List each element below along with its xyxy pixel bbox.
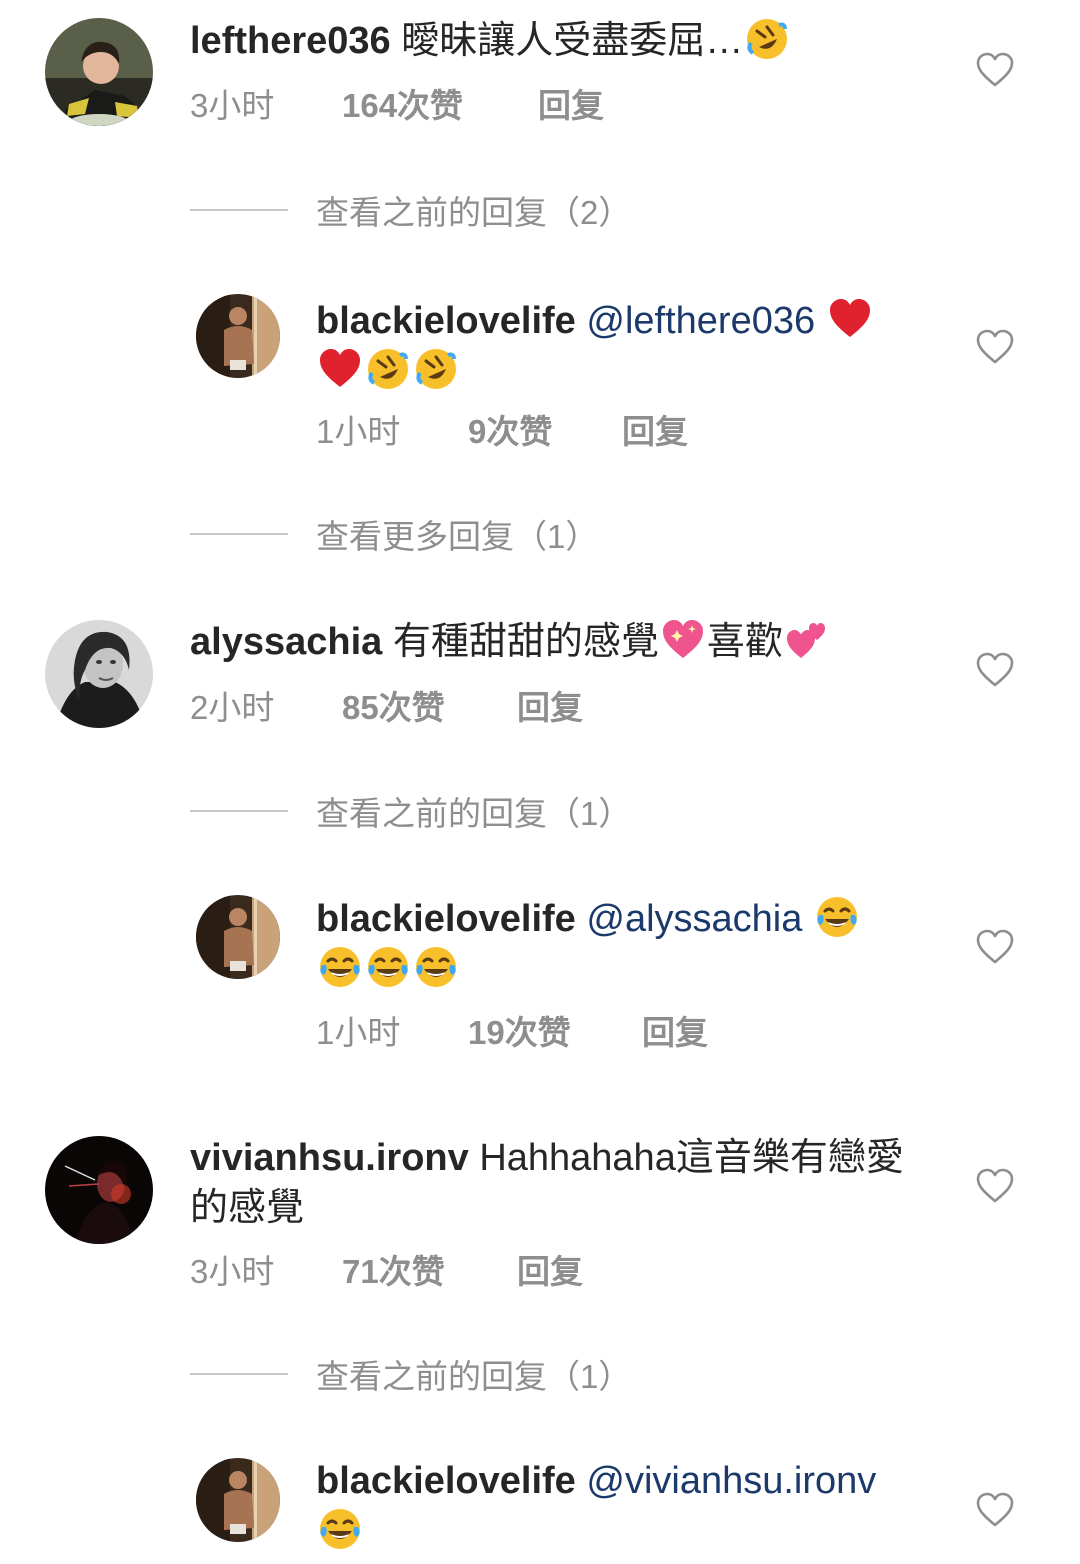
view-previous-replies-label: 查看之前的回复（1）	[316, 1358, 632, 1395]
like-heart-icon[interactable]	[976, 1168, 1014, 1204]
rofl-emoji	[745, 17, 789, 61]
comment-username[interactable]: alyssachia	[190, 621, 382, 663]
like-heart-icon[interactable]	[976, 1492, 1014, 1528]
comment-text: alyssachia 有種甜甜的感覺 喜歡	[190, 617, 910, 667]
avatar[interactable]	[45, 18, 153, 126]
tears-of-joy-emoji	[318, 945, 362, 989]
view-previous-replies-button[interactable]: 查看之前的回复（1）	[190, 1352, 631, 1396]
view-more-replies-label: 查看更多回复（1）	[316, 518, 599, 555]
comment-item: lefthere036 曖昧讓人受盡委屈… 3小时 164次赞 回复 查看之前的回复…	[0, 0, 1080, 1564]
view-previous-replies-button[interactable]: 查看之前的回复（1）	[190, 789, 631, 833]
divider-line	[190, 209, 288, 211]
comment-time: 3小时	[190, 1253, 275, 1290]
avatar[interactable]	[45, 1136, 153, 1244]
mention-link[interactable]: @alyssachia	[586, 898, 802, 940]
reply-button[interactable]: 回复	[622, 412, 688, 452]
comment-body-continued: 喜歡	[706, 621, 783, 663]
divider-line	[190, 533, 288, 535]
comment-text: lefthere036 曖昧讓人受盡委屈…	[190, 16, 910, 66]
comment-likes[interactable]: 85次赞	[342, 688, 517, 728]
avatar[interactable]	[196, 1458, 280, 1542]
red-heart-emoji	[318, 347, 362, 391]
view-more-replies-button[interactable]: 查看更多回复（1）	[190, 512, 598, 556]
reply-meta: 1小时 9次赞 回复	[316, 412, 688, 452]
reply-likes[interactable]: 19次赞	[468, 1013, 642, 1053]
reply-button[interactable]: 回复	[517, 688, 583, 728]
like-heart-icon[interactable]	[976, 652, 1014, 688]
tears-of-joy-emoji	[366, 945, 410, 989]
comment-text: vivianhsu.ironv Hahhahaha這音樂有戀愛的感覺	[190, 1133, 910, 1233]
comment-time: 2小时	[190, 689, 275, 726]
divider-line	[190, 1373, 288, 1375]
comment-meta: 3小时 164次赞 回复	[190, 86, 604, 126]
reply-username[interactable]: blackielovelife	[316, 300, 576, 342]
like-heart-icon[interactable]	[976, 329, 1014, 365]
comment-body: 有種甜甜的感覺	[392, 621, 659, 663]
comment-username[interactable]: lefthere036	[190, 20, 391, 62]
reply-likes[interactable]: 9次赞	[468, 412, 622, 452]
comment-likes[interactable]: 71次赞	[342, 1252, 517, 1292]
reply-username[interactable]: blackielovelife	[316, 898, 576, 940]
mention-link[interactable]: @lefthere036	[586, 300, 815, 342]
divider-line	[190, 810, 288, 812]
view-previous-replies-label: 查看之前的回复（1）	[316, 795, 632, 832]
two-hearts-emoji	[785, 618, 829, 662]
reply-username[interactable]: blackielovelife	[316, 1460, 576, 1502]
comment-likes[interactable]: 164次赞	[342, 86, 538, 126]
reply-button[interactable]: 回复	[538, 86, 604, 126]
mention-link[interactable]: @vivianhsu.ironv	[586, 1460, 876, 1502]
red-heart-emoji	[828, 297, 872, 341]
comment-time: 3小时	[190, 87, 275, 124]
avatar[interactable]	[196, 895, 280, 979]
tears-of-joy-emoji	[414, 945, 458, 989]
reply-text: blackielovelife @lefthere036	[316, 296, 916, 396]
view-previous-replies-label: 查看之前的回复（2）	[316, 194, 632, 231]
avatar[interactable]	[196, 294, 280, 378]
reply-button[interactable]: 回复	[642, 1013, 708, 1053]
reply-time: 1小时	[316, 413, 401, 450]
like-heart-icon[interactable]	[976, 929, 1014, 965]
rofl-emoji	[366, 347, 410, 391]
comment-body: 曖昧讓人受盡委屈…	[401, 20, 744, 62]
tears-of-joy-emoji	[815, 895, 859, 939]
reply-text: blackielovelife @vivianhsu.ironv	[316, 1456, 916, 1556]
sparkling-heart-emoji	[661, 618, 705, 662]
comment-username[interactable]: vivianhsu.ironv	[190, 1137, 469, 1179]
rofl-emoji	[414, 347, 458, 391]
reply-button[interactable]: 回复	[517, 1252, 583, 1292]
tears-of-joy-emoji	[318, 1507, 362, 1551]
comment-meta: 2小时 85次赞 回复	[190, 688, 583, 728]
reply-meta: 1小时 19次赞 回复	[316, 1013, 708, 1053]
reply-time: 1小时	[316, 1014, 401, 1051]
view-previous-replies-button[interactable]: 查看之前的回复（2）	[190, 188, 631, 232]
comment-meta: 3小时 71次赞 回复	[190, 1252, 583, 1292]
reply-text: blackielovelife @alyssachia	[316, 894, 916, 994]
avatar[interactable]	[45, 620, 153, 728]
like-heart-icon[interactable]	[976, 52, 1014, 88]
